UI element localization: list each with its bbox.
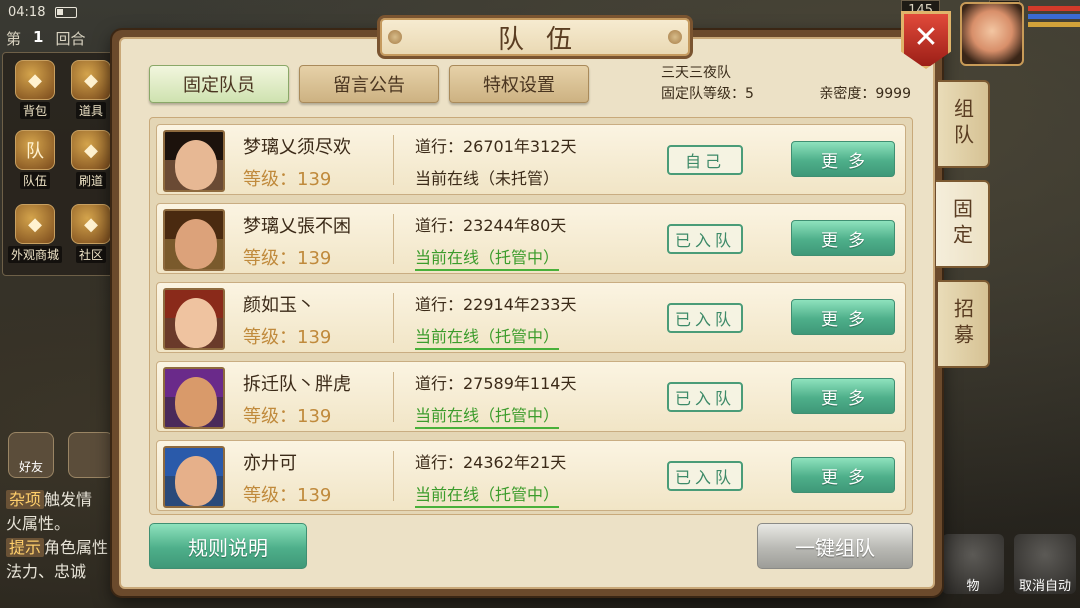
- divider: [393, 135, 394, 185]
- member-name: 梦璃乂張不困: [243, 216, 351, 237]
- member-portrait[interactable]: [163, 209, 225, 271]
- team-button[interactable]: 队 队伍: [9, 129, 61, 189]
- left-menu-panel: ◆ 背包 ◆ 道具 队 队伍 ◆ 刷道 ◆ 外观商城 ◆ 社区: [2, 52, 122, 276]
- tab-fixed-members[interactable]: 固定队员: [149, 65, 289, 103]
- member-status: 当前在线（托管中）: [415, 244, 560, 271]
- side-tab-team[interactable]: 组队: [938, 80, 990, 168]
- member-name: 亦廾可: [243, 453, 297, 474]
- side-tab-recruit[interactable]: 招募: [938, 280, 990, 368]
- dialog-title: 队伍: [377, 15, 693, 59]
- member-level: 等级：139: [243, 248, 332, 269]
- member-portrait[interactable]: [163, 130, 225, 192]
- member-level: 等级：139: [243, 327, 332, 348]
- portrait-face: [175, 456, 217, 506]
- member-name: 拆迁队丶胖虎: [243, 374, 351, 395]
- tab-privilege-settings[interactable]: 特权设置: [449, 65, 589, 103]
- chat-shortcuts: 好友: [8, 432, 114, 478]
- member-state-badge: 已入队: [667, 224, 743, 254]
- member-row: 亦廾可 等级：139 道行：24362年21天 当前在线（托管中） 已入队 更多: [156, 440, 906, 511]
- team-info: 三天三夜队 固定队等级：5 亲密度：9999: [661, 63, 911, 105]
- member-level: 等级：139: [243, 406, 332, 427]
- team-dialog-body: 队伍 ✕ 固定队员 留言公告 特权设置 三天三夜队 固定队等级：5 亲密度：99…: [119, 11, 951, 589]
- team-level: 固定队等级：5: [661, 86, 754, 102]
- divider: [393, 214, 394, 264]
- member-row: 梦璃乂張不困 等级：139 道行：23244年80天 当前在线（托管中） 已入队…: [156, 203, 906, 274]
- grind-icon: ◆: [71, 130, 111, 170]
- member-dao: 道行：22914年233天: [415, 295, 577, 314]
- member-state-badge: 自己: [667, 145, 743, 175]
- community-icon: ◆: [71, 204, 111, 244]
- member-dao: 道行：23244年80天: [415, 216, 567, 235]
- team-intimacy: 亲密度：9999: [819, 86, 911, 102]
- items-button[interactable]: ◆ 道具: [65, 59, 117, 119]
- member-portrait[interactable]: [163, 288, 225, 350]
- hp-mp-bars: [1028, 6, 1080, 30]
- member-status: 当前在线（托管中）: [415, 323, 560, 350]
- cancel-auto-button[interactable]: 取消自动: [1014, 534, 1076, 594]
- round-indicator: 第 1 回合: [6, 28, 86, 48]
- team-icon: 队: [15, 130, 55, 170]
- player-avatar[interactable]: [960, 2, 1024, 66]
- bottom-right-actions: 物 取消自动: [942, 534, 1076, 594]
- portrait-face: [175, 377, 217, 427]
- more-button[interactable]: 更多: [791, 299, 895, 335]
- member-name: 颜如玉丶: [243, 295, 315, 316]
- shop-icon: ◆: [15, 204, 55, 244]
- member-row: 梦璃乂须尽欢 等级：139 道行：26701年312天 当前在线（未托管） 自己…: [156, 124, 906, 195]
- friends-button[interactable]: 好友: [8, 432, 54, 478]
- member-portrait[interactable]: [163, 446, 225, 508]
- member-level: 等级：139: [243, 169, 332, 190]
- team-name: 三天三夜队: [661, 65, 731, 81]
- portrait-face: [175, 298, 217, 348]
- item-slot-button[interactable]: 物: [942, 534, 1004, 594]
- member-status: 当前在线（未托管）: [415, 169, 560, 188]
- member-level: 等级：139: [243, 485, 332, 506]
- more-button[interactable]: 更多: [791, 378, 895, 414]
- member-status: 当前在线（托管中）: [415, 481, 560, 508]
- battery-icon: [55, 6, 78, 18]
- grind-button[interactable]: ◆ 刷道: [65, 129, 117, 189]
- member-row: 拆迁队丶胖虎 等级：139 道行：27589年114天 当前在线（托管中） 已入…: [156, 361, 906, 432]
- member-dao: 道行：24362年21天: [415, 453, 567, 472]
- member-row: 颜如玉丶 等级：139 道行：22914年233天 当前在线（托管中） 已入队 …: [156, 282, 906, 353]
- portrait-face: [175, 219, 217, 269]
- community-button[interactable]: ◆ 社区: [65, 203, 117, 263]
- team-dialog: 队伍 ✕ 固定队员 留言公告 特权设置 三天三夜队 固定队等级：5 亲密度：99…: [112, 11, 951, 596]
- chat-bubble-icon[interactable]: [68, 432, 114, 478]
- divider: [393, 372, 394, 422]
- more-button[interactable]: 更多: [791, 220, 895, 256]
- side-tab-fixed[interactable]: 固定: [936, 180, 990, 268]
- more-button[interactable]: 更多: [791, 141, 895, 177]
- divider: [393, 293, 394, 343]
- member-status: 当前在线（托管中）: [415, 402, 560, 429]
- member-dao: 道行：26701年312天: [415, 137, 577, 156]
- member-state-badge: 已入队: [667, 461, 743, 491]
- member-portrait[interactable]: [163, 367, 225, 429]
- tab-message-board[interactable]: 留言公告: [299, 65, 439, 103]
- more-button[interactable]: 更多: [791, 457, 895, 493]
- clock: 04:18: [8, 4, 46, 20]
- team-tabs: 固定队员 留言公告 特权设置: [149, 65, 589, 103]
- backpack-icon: ◆: [15, 60, 55, 100]
- one-click-team-button[interactable]: 一键组队: [757, 523, 913, 569]
- backpack-button[interactable]: ◆ 背包: [9, 59, 61, 119]
- member-state-badge: 已入队: [667, 303, 743, 333]
- member-list: 梦璃乂须尽欢 等级：139 道行：26701年312天 当前在线（未托管） 自己…: [149, 117, 913, 515]
- member-dao: 道行：27589年114天: [415, 374, 577, 393]
- member-name: 梦璃乂须尽欢: [243, 137, 351, 158]
- rules-button[interactable]: 规则说明: [149, 523, 307, 569]
- portrait-face: [175, 140, 217, 190]
- divider: [393, 451, 394, 501]
- items-icon: ◆: [71, 60, 111, 100]
- member-state-badge: 已入队: [667, 382, 743, 412]
- close-icon: ✕: [913, 20, 939, 55]
- appearance-shop-button[interactable]: ◆ 外观商城: [8, 203, 63, 263]
